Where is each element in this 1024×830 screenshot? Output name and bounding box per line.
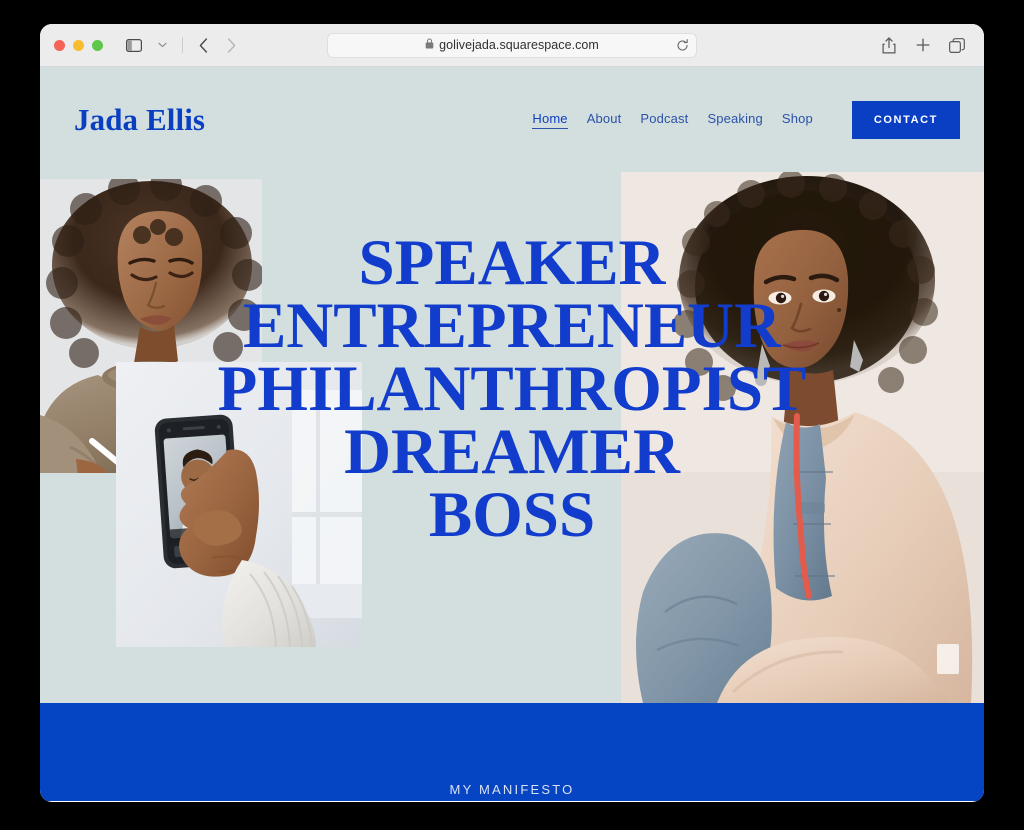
nav-item-podcast[interactable]: Podcast xyxy=(640,111,688,128)
page-viewport: Jada Ellis Home About Podcast Speaking S… xyxy=(40,67,984,801)
forward-icon[interactable] xyxy=(218,32,244,58)
browser-window: golivejada.squarespace.com Jada Ellis Ho… xyxy=(40,24,984,802)
toolbar-right-controls xyxy=(876,32,970,58)
contact-button[interactable]: CONTACT xyxy=(851,100,960,139)
site-logo[interactable]: Jada Ellis xyxy=(74,102,205,138)
back-icon[interactable] xyxy=(190,32,216,58)
reload-icon[interactable] xyxy=(672,35,692,55)
tab-overview-icon[interactable] xyxy=(944,32,970,58)
window-controls xyxy=(54,39,103,51)
address-bar[interactable]: golivejada.squarespace.com xyxy=(327,32,697,58)
nav-item-shop[interactable]: Shop xyxy=(782,111,813,128)
toolbar-divider xyxy=(182,37,183,53)
maximize-window-button[interactable] xyxy=(92,39,103,51)
hero-section: SPEAKER ENTREPRENEUR PHILANTHROPIST DREA… xyxy=(40,172,984,703)
browser-toolbar: golivejada.squarespace.com xyxy=(40,24,984,67)
main-navigation: Home About Podcast Speaking Shop CONTACT xyxy=(532,100,960,139)
minimize-window-button[interactable] xyxy=(73,39,84,51)
sidebar-toggle-icon[interactable] xyxy=(121,32,147,58)
nav-item-home[interactable]: Home xyxy=(532,111,568,129)
url-text: golivejada.squarespace.com xyxy=(439,38,599,52)
close-window-button[interactable] xyxy=(54,39,65,51)
manifesto-label: MY MANIFESTO xyxy=(449,782,575,797)
chevron-down-icon[interactable] xyxy=(149,32,175,58)
hand-holding-phone-photo xyxy=(116,362,362,647)
portrait-photo xyxy=(621,172,984,703)
nav-item-speaking[interactable]: Speaking xyxy=(707,111,762,128)
share-icon[interactable] xyxy=(876,32,902,58)
new-tab-icon[interactable] xyxy=(910,32,936,58)
toolbar-left-controls xyxy=(121,32,244,58)
nav-item-about[interactable]: About xyxy=(587,111,622,128)
address-bar-container: golivejada.squarespace.com xyxy=(327,32,697,58)
portrait-photo-graphic xyxy=(621,172,984,703)
lock-icon xyxy=(425,36,434,54)
hand-holding-phone-photo-graphic xyxy=(116,362,362,647)
address-content: golivejada.squarespace.com xyxy=(425,36,599,54)
site-header: Jada Ellis Home About Podcast Speaking S… xyxy=(40,67,984,172)
manifesto-section: MY MANIFESTO xyxy=(40,703,984,801)
